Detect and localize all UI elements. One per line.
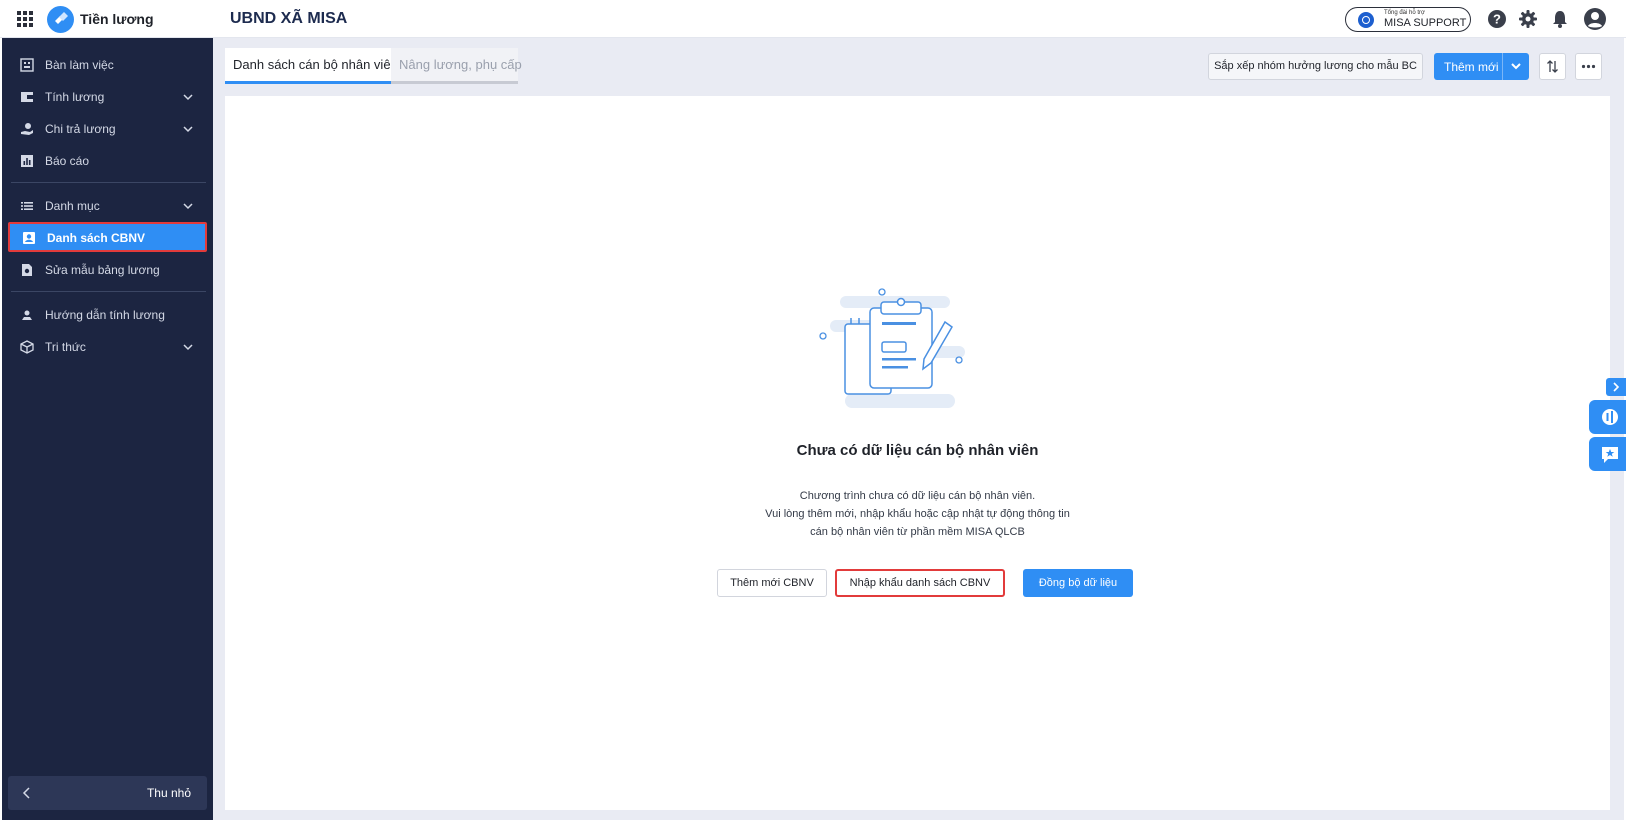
import-employee-list-button[interactable]: Nhập khẩu danh sách CBNV	[835, 569, 1005, 597]
employee-card-icon	[23, 232, 35, 244]
gear-icon[interactable]	[1518, 9, 1538, 29]
app-logo-icon	[47, 6, 74, 33]
empty-state-desc-line: cán bộ nhân viên từ phần mềm MISA QLCB	[810, 526, 1025, 538]
tab-label: Nâng lương, phụ cấp	[399, 57, 522, 72]
support-button[interactable]: Tổng đài hỗ trợ MISA SUPPORT	[1345, 7, 1471, 32]
star-chat-icon	[1602, 447, 1618, 463]
chevron-down-icon	[183, 344, 193, 351]
help-icon[interactable]: ?	[1487, 9, 1507, 29]
dashboard-icon	[20, 58, 34, 72]
sidebar-item-ban-lam-viec[interactable]: Bàn làm việc	[8, 51, 207, 79]
template-settings-icon	[22, 264, 32, 276]
sidebar-item-label: Sửa mẫu bảng lương	[45, 263, 160, 277]
sidebar-divider	[11, 182, 206, 183]
payment-hand-icon	[21, 123, 33, 135]
tab-nang-luong[interactable]: Nâng lương, phụ cấp	[391, 48, 522, 84]
sidebar-item-chi-tra-luong[interactable]: Chi trả lương	[8, 115, 207, 143]
chevron-left-icon	[22, 787, 30, 799]
sidebar-divider	[11, 291, 206, 292]
expand-widgets-button[interactable]	[1606, 378, 1626, 396]
svg-text:?: ?	[1493, 12, 1501, 27]
top-bar: Tiền lương UBND XÃ MISA Tổng đài hỗ trợ …	[0, 0, 1626, 38]
empty-state-title: Chưa có dữ liệu cán bộ nhân viên	[796, 442, 1039, 459]
cube-icon	[20, 340, 34, 354]
button-separator	[1502, 53, 1503, 80]
sidebar-item-sua-mau-bang-luong[interactable]: Sửa mẫu bảng lương	[8, 256, 207, 284]
chevron-down-icon[interactable]	[1511, 62, 1521, 70]
org-name: UBND XÃ MISA	[230, 10, 348, 27]
chevron-down-icon	[183, 203, 193, 210]
list-icon	[21, 202, 33, 210]
sidebar-item-tinh-luong[interactable]: Tính lương	[8, 83, 207, 111]
voice-assistant-button[interactable]	[1589, 400, 1626, 434]
tab-danh-sach-can-bo[interactable]: Danh sách cán bộ nhân viên	[225, 48, 398, 84]
report-chart-icon	[21, 155, 33, 167]
main-content: Danh sách cán bộ nhân viên Nâng lương, p…	[213, 38, 1624, 820]
add-new-label: Thêm mới	[1444, 60, 1499, 74]
chevron-right-icon	[1613, 382, 1620, 392]
app-title: Tiền lương	[80, 11, 154, 27]
sidebar-item-huong-dan-tinh-luong[interactable]: Hướng dẫn tính lương	[8, 301, 207, 329]
sidebar-item-label: Tính lương	[45, 90, 105, 104]
add-employee-button[interactable]: Thêm mới CBNV	[717, 569, 827, 597]
bell-icon[interactable]	[1550, 9, 1570, 29]
sidebar-item-danh-sach-cbnv[interactable]: Danh sách CBNV	[8, 222, 207, 252]
feedback-button[interactable]	[1589, 437, 1626, 471]
tab-label: Danh sách cán bộ nhân viên	[233, 57, 398, 72]
sidebar: Bàn làm việc Tính lương Chi trả lương Bá…	[2, 38, 213, 820]
sidebar-item-label: Danh sách CBNV	[47, 231, 146, 245]
phone-icon	[1358, 12, 1374, 28]
voice-chat-icon	[1602, 409, 1618, 425]
chevron-down-icon	[183, 126, 193, 133]
more-dots-icon	[1581, 64, 1596, 69]
sidebar-item-label: Báo cáo	[45, 154, 90, 168]
support-caption: Tổng đài hỗ trợ	[1384, 10, 1425, 16]
empty-clipboard-illustration-icon	[819, 288, 965, 408]
apps-grid-icon[interactable]	[17, 11, 33, 27]
sort-salary-group-button[interactable]: Sắp xếp nhóm hưởng lương cho mẫu BC	[1208, 53, 1423, 80]
sort-arrows-button[interactable]	[1539, 53, 1566, 80]
support-label: MISA SUPPORT	[1384, 17, 1467, 29]
sort-arrows-icon	[1547, 60, 1558, 73]
chevron-down-icon	[183, 94, 193, 101]
collapse-label: Thu nhỏ	[146, 786, 191, 800]
sidebar-item-label: Bàn làm việc	[45, 58, 114, 72]
sidebar-item-danh-muc[interactable]: Danh mục	[8, 192, 207, 220]
sync-data-button[interactable]: Đồng bộ dữ liệu	[1023, 569, 1133, 597]
add-new-button[interactable]: Thêm mới	[1434, 53, 1529, 80]
empty-state-desc-line: Vui lòng thêm mới, nhập khẩu hoặc cập nh…	[765, 508, 1070, 520]
guide-user-icon	[22, 310, 32, 320]
sidebar-item-label: Danh mục	[45, 199, 100, 213]
wallet-icon	[21, 92, 33, 102]
user-avatar-icon[interactable]	[1583, 7, 1607, 31]
sidebar-item-tri-thuc[interactable]: Tri thức	[8, 333, 207, 361]
empty-state-desc-line: Chương trình chưa có dữ liệu cán bộ nhân…	[799, 490, 1036, 502]
sidebar-item-label: Chi trả lương	[45, 122, 116, 136]
more-options-button[interactable]	[1575, 53, 1602, 80]
sidebar-item-label: Hướng dẫn tính lương	[45, 308, 165, 322]
employee-list-panel: Chưa có dữ liệu cán bộ nhân viên Chương …	[225, 96, 1610, 810]
collapse-sidebar-button[interactable]: Thu nhỏ	[8, 776, 207, 810]
sidebar-item-label: Tri thức	[45, 340, 86, 354]
sidebar-item-bao-cao[interactable]: Báo cáo	[8, 147, 207, 175]
